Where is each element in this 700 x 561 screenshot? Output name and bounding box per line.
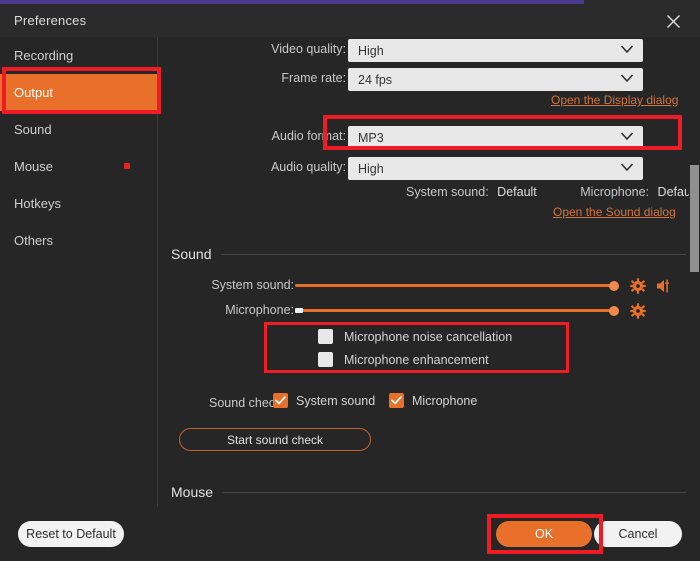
speaker-icon[interactable] (656, 278, 673, 294)
sidebar-item-label: Output (14, 85, 53, 100)
sound-check-microphone-label: Microphone (412, 394, 477, 408)
frame-rate-row: Frame rate: 24 fps (159, 68, 700, 92)
gear-icon[interactable] (630, 278, 646, 294)
frame-rate-label: Frame rate: (281, 71, 346, 85)
audio-format-label: Audio format: (272, 129, 346, 143)
audio-format-select[interactable]: MP3 (348, 126, 643, 149)
enhancement-checkbox-row[interactable]: Microphone enhancement (318, 352, 489, 367)
noise-cancellation-label: Microphone noise cancellation (344, 330, 512, 344)
start-sound-check-button[interactable]: Start sound check (179, 428, 371, 451)
mouse-section-title: Mouse (171, 484, 223, 500)
video-quality-row: Video quality: High (159, 39, 700, 63)
chevron-down-icon (620, 44, 634, 54)
sidebar-item-label: Mouse (14, 159, 53, 174)
chevron-down-icon (620, 73, 634, 83)
audio-format-row: Audio format: MP3 (159, 126, 700, 150)
title-bar: Preferences (0, 4, 700, 37)
sidebar-item-label: Others (14, 233, 53, 248)
audio-quality-value: High (348, 162, 384, 176)
content-scrollbar-track[interactable] (689, 37, 700, 507)
noise-cancellation-checkbox-row[interactable]: Microphone noise cancellation (318, 329, 512, 344)
sidebar-item-recording[interactable]: Recording (0, 37, 157, 74)
sidebar-item-sound[interactable]: Sound (0, 111, 157, 148)
section-divider (223, 492, 686, 493)
audio-quality-select[interactable]: High (348, 157, 643, 180)
system-sound-device-value: Default (497, 185, 537, 199)
check-icon (275, 396, 286, 405)
microphone-slider-label: Microphone: (225, 303, 294, 317)
window-title: Preferences (14, 13, 86, 28)
ok-button[interactable]: OK (496, 521, 592, 547)
sidebar-item-mouse[interactable]: Mouse (0, 148, 157, 185)
system-sound-slider-knob[interactable] (609, 281, 619, 291)
sidebar-item-label: Sound (14, 122, 52, 137)
enhancement-label: Microphone enhancement (344, 353, 489, 367)
audio-format-value: MP3 (348, 131, 384, 145)
sound-check-microphone-checkbox[interactable] (389, 393, 404, 408)
chevron-down-icon (620, 162, 634, 172)
dialog-footer: Reset to Default OK Cancel (0, 507, 700, 561)
sound-section-title: Sound (171, 246, 221, 262)
sidebar: Recording Output Sound Mouse Hotkeys Oth… (0, 37, 158, 561)
audio-quality-row: Audio quality: High (159, 157, 700, 181)
microphone-slider[interactable] (295, 309, 615, 312)
frame-rate-select[interactable]: 24 fps (348, 68, 643, 91)
video-quality-value: High (348, 44, 384, 58)
open-display-dialog-link[interactable]: Open the Display dialog (551, 93, 678, 107)
cancel-button[interactable]: Cancel (594, 521, 682, 547)
system-sound-slider-row: System sound: (159, 275, 700, 297)
section-divider (221, 254, 686, 255)
sound-check-system-checkbox[interactable] (273, 393, 288, 408)
microphone-slider-knob[interactable] (609, 306, 619, 316)
video-quality-select[interactable]: High (348, 39, 643, 62)
sidebar-item-hotkeys[interactable]: Hotkeys (0, 185, 157, 222)
close-icon (665, 13, 682, 30)
chevron-down-icon (620, 131, 634, 141)
system-sound-device-label: System sound: (406, 185, 489, 199)
system-sound-slider-label: System sound: (211, 278, 294, 292)
sidebar-item-label: Recording (14, 48, 73, 63)
content-scrollbar-thumb[interactable] (690, 165, 699, 272)
preferences-dialog: Preferences Recording Output Sound Mouse… (0, 0, 700, 561)
check-icon (391, 396, 402, 405)
video-quality-label: Video quality: (271, 42, 346, 56)
gear-icon[interactable] (630, 303, 646, 319)
sound-check-system-label: System sound (296, 394, 375, 408)
audio-quality-label: Audio quality: (271, 160, 346, 174)
sidebar-item-output[interactable]: Output (0, 74, 157, 111)
device-defaults-row: System sound: Default Microphone: Defaul… (406, 185, 700, 199)
settings-content-pane: Video quality: High Frame rate: 24 fps O… (159, 37, 700, 507)
microphone-device-label: Microphone: (580, 185, 649, 199)
sidebar-item-label: Hotkeys (14, 196, 61, 211)
frame-rate-value: 24 fps (348, 73, 392, 87)
enhancement-checkbox[interactable] (318, 352, 333, 367)
sidebar-item-others[interactable]: Others (0, 222, 157, 259)
sound-check-microphone-row[interactable]: Microphone (389, 393, 477, 408)
noise-cancellation-checkbox[interactable] (318, 329, 333, 344)
mouse-section-header: Mouse (171, 482, 700, 502)
reset-to-default-button[interactable]: Reset to Default (18, 521, 124, 547)
microphone-slider-row: Microphone: (159, 300, 700, 322)
sidebar-badge-dot (124, 163, 130, 169)
sound-section-header: Sound (171, 244, 700, 264)
open-sound-dialog-link[interactable]: Open the Sound dialog (553, 205, 676, 219)
system-sound-slider[interactable] (295, 284, 615, 287)
sound-check-system-row[interactable]: System sound (273, 393, 375, 408)
close-button[interactable] (652, 5, 694, 37)
